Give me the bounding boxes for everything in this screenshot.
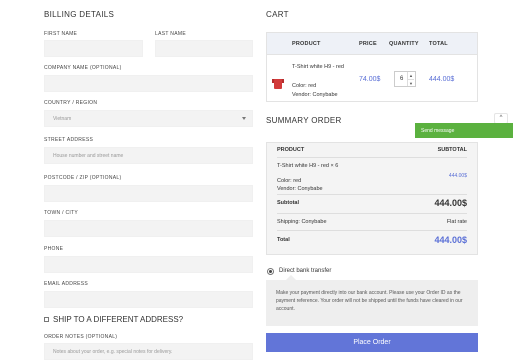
street-label: STREET ADDRESS xyxy=(44,137,94,143)
street-placeholder: House number and street name xyxy=(53,152,124,159)
summary-item-vendor: Vendor: Conybabe xyxy=(277,186,323,192)
last-name-label: LAST NAME xyxy=(155,31,186,37)
cart-title: CART xyxy=(266,10,289,19)
cart-col-product: PRODUCT xyxy=(292,41,321,47)
product-thumbnail[interactable] xyxy=(272,76,284,91)
first-name-field[interactable] xyxy=(44,40,143,57)
summary-line-item: T-Shirt white H9 - red × 6 xyxy=(277,163,339,169)
bank-transfer-label[interactable]: Direct bank transfer xyxy=(279,268,331,274)
company-label: COMPANY NAME (OPTIONAL) xyxy=(44,65,122,71)
email-field[interactable] xyxy=(44,291,253,308)
bank-transfer-radio[interactable] xyxy=(267,268,274,275)
place-order-button[interactable]: Place Order xyxy=(266,333,478,352)
summary-title: SUMMARY ORDER xyxy=(266,116,342,125)
summary-subtotal: Subtotal 444.00$ xyxy=(277,198,467,208)
summary-total: Total 444.00$ xyxy=(277,235,467,245)
postcode-label: POSTCODE / ZIP (OPTIONAL) xyxy=(44,175,122,181)
summary-item-color: Color: red xyxy=(277,178,302,184)
postcode-field[interactable] xyxy=(44,185,253,202)
quantity-stepper[interactable]: 6 ▲ ▼ xyxy=(394,71,416,87)
first-name-label: FIRST NAME xyxy=(44,31,78,37)
quantity-value[interactable]: 6 xyxy=(400,76,403,82)
cart-col-quantity: QUANTITY xyxy=(389,41,419,47)
order-notes-placeholder: Notes about your order, e.g. special not… xyxy=(53,348,173,355)
country-value: Vietnam xyxy=(53,115,72,122)
cart-item-total: 444.00$ xyxy=(429,76,455,83)
cart-item-vendor: Vendor: Conybabe xyxy=(292,92,338,98)
chevron-up-icon[interactable]: ▲ xyxy=(407,72,414,79)
phone-label: PHONE xyxy=(44,246,64,252)
cart-item-price: 74.00$ xyxy=(359,76,381,83)
country-label: COUNTRY / REGION xyxy=(44,100,98,106)
email-label: EMAIL ADDRESS xyxy=(44,281,89,287)
last-name-field[interactable] xyxy=(155,40,253,57)
summary-header: PRODUCT SUBTOTAL xyxy=(277,147,467,153)
cart-col-total: TOTAL xyxy=(429,41,448,47)
country-select[interactable]: Vietnam xyxy=(44,110,253,127)
cart-item-name[interactable]: T-Shirt white H9 - red xyxy=(292,63,356,71)
cart-col-price: PRICE xyxy=(359,41,377,47)
summary-shipping: Shipping: Conybabe Flat rate xyxy=(277,219,467,225)
billing-title: BILLING DETAILS xyxy=(44,10,115,19)
phone-field[interactable] xyxy=(44,256,253,273)
chevron-down-icon xyxy=(242,117,246,120)
ship-different-checkbox[interactable] xyxy=(44,317,49,322)
street-field[interactable]: House number and street name xyxy=(44,147,253,164)
chevron-down-icon[interactable]: ▼ xyxy=(407,79,414,86)
cart-table: PRODUCT PRICE QUANTITY TOTAL T-Shirt whi… xyxy=(266,32,478,102)
send-message-button[interactable]: Send message xyxy=(415,123,513,138)
town-label: TOWN / CITY xyxy=(44,210,79,216)
ship-different-label: SHIP TO A DIFFERENT ADDRESS? xyxy=(53,315,184,324)
cart-item-color: Color: red xyxy=(292,83,317,89)
payment-description: Make your payment directly into our bank… xyxy=(266,275,478,326)
order-notes-label: ORDER NOTES (OPTIONAL) xyxy=(44,334,118,340)
ship-different-toggle[interactable]: SHIP TO A DIFFERENT ADDRESS? xyxy=(44,315,183,324)
summary-box: PRODUCT SUBTOTAL T-Shirt white H9 - red … xyxy=(266,142,478,255)
town-field[interactable] xyxy=(44,220,253,237)
company-field[interactable] xyxy=(44,75,253,92)
cart-header: PRODUCT PRICE QUANTITY TOTAL xyxy=(267,33,477,55)
order-notes-field[interactable]: Notes about your order, e.g. special not… xyxy=(44,343,253,360)
